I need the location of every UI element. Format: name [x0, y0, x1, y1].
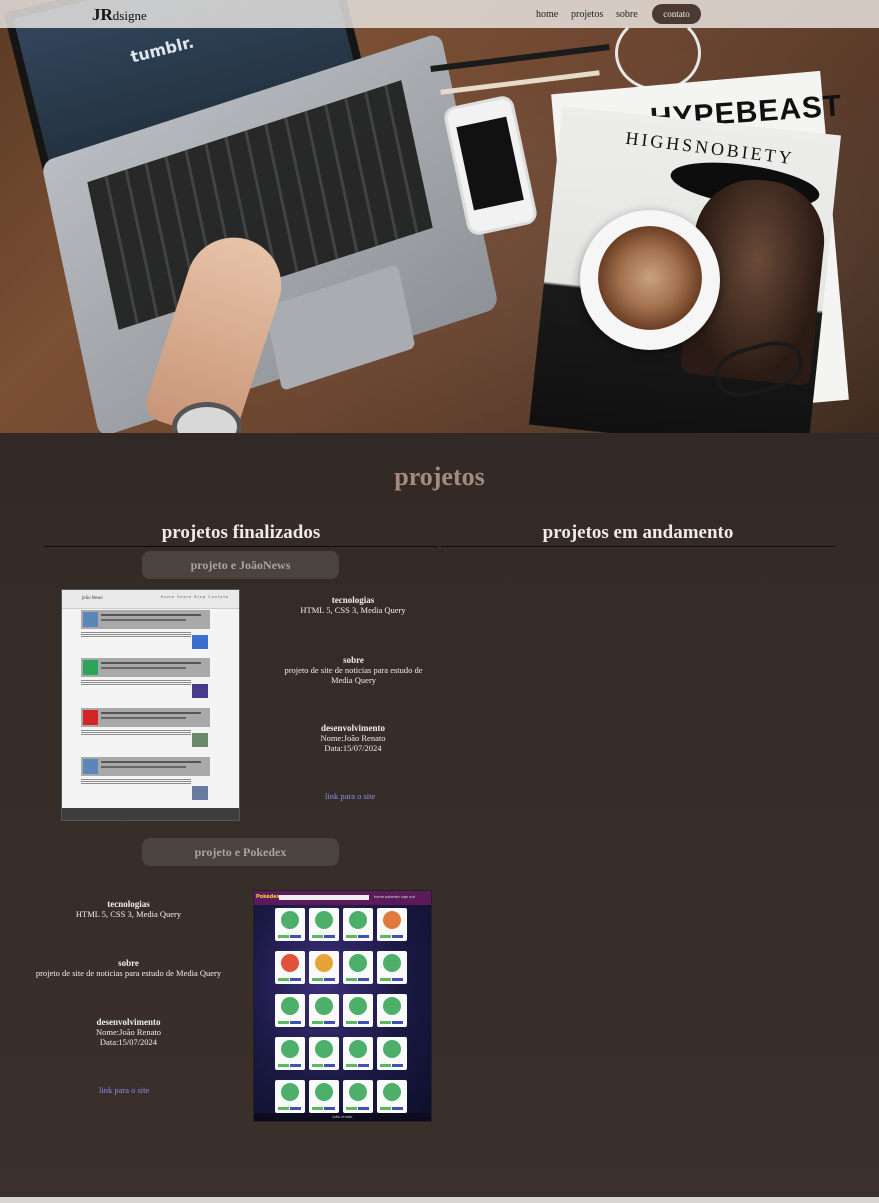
thumb-footer: joão renato — [254, 1113, 431, 1121]
pencil — [430, 44, 610, 72]
about-block: sobre projeto de site de noticias para e… — [275, 655, 432, 685]
about-text: projeto de site de noticias para estudo … — [35, 968, 222, 978]
development-date: Data:15/07/2024 — [324, 743, 382, 753]
pokedex-screenshot[interactable]: Pokédex home pokedex sign out joão renat… — [253, 890, 432, 1122]
pokemon-card — [309, 1080, 339, 1113]
logo-initials: JR — [92, 5, 113, 24]
developer-name: Nome:João Renato — [96, 1027, 161, 1037]
joaonews-site-link[interactable]: link para o site — [325, 791, 375, 801]
pokemon-card — [343, 908, 373, 941]
pokemon-card — [343, 1080, 373, 1113]
thumb-logo: João News — [82, 595, 103, 600]
divider — [441, 546, 835, 547]
pokemon-card — [309, 1037, 339, 1070]
finished-projects-heading: projetos finalizados — [161, 522, 321, 543]
about-text: projeto de site de noticias para estudo … — [284, 665, 423, 685]
nav-link-home[interactable]: home — [536, 9, 558, 20]
pokemon-card — [377, 994, 407, 1027]
development-block: desenvolvimento Nome:João Renato Data:15… — [265, 723, 441, 753]
about-title: sobre — [118, 958, 139, 968]
tech-text: HTML 5, CSS 3, Media Query — [75, 909, 182, 919]
contact-button[interactable]: contato — [652, 4, 701, 24]
pencil — [440, 70, 600, 95]
project-label-joaonews: projeto e JoãoNews — [142, 551, 339, 579]
pokemon-card — [343, 1037, 373, 1070]
divider — [44, 546, 438, 547]
pokemon-card — [343, 994, 373, 1027]
pokemon-card — [275, 1080, 305, 1113]
hero-image: tumblr. HYPEBEAST HIGHSNOBIETY — [0, 0, 879, 433]
pokedex-site-link[interactable]: link para o site — [99, 1085, 149, 1095]
pokemon-card — [377, 1080, 407, 1113]
pokemon-card — [343, 951, 373, 984]
project-label-pokedex: projeto e Pokedex — [142, 838, 339, 866]
development-title: desenvolvimento — [321, 723, 385, 733]
pokemon-card — [275, 994, 305, 1027]
about-block: sobre projeto de site de noticias para e… — [30, 958, 227, 978]
logo[interactable]: JRdsigne — [92, 5, 147, 25]
logo-text: dsigne — [112, 8, 147, 23]
pokemon-card — [309, 908, 339, 941]
nav-link-projetos[interactable]: projetos — [571, 9, 603, 20]
pokemon-card — [377, 951, 407, 984]
pokemon-card — [377, 1037, 407, 1070]
joaonews-screenshot[interactable]: João News Home Sobre Blog Contato — [61, 589, 240, 821]
thumb-nav: home pokedex sign out — [374, 895, 416, 899]
coffee-cup — [598, 226, 702, 330]
page-bottom-bar — [0, 1197, 879, 1203]
pokemon-card — [275, 908, 305, 941]
section-title: projetos — [394, 462, 485, 491]
development-block: desenvolvimento Nome:João Renato Data:15… — [40, 1017, 217, 1047]
nav-link-sobre[interactable]: sobre — [616, 9, 638, 20]
tech-block: tecnologias HTML 5, CSS 3, Media Query — [40, 899, 217, 919]
tech-title: tecnologias — [107, 899, 150, 909]
pokemon-card — [275, 951, 305, 984]
development-date: Data:15/07/2024 — [99, 1037, 158, 1047]
pokemon-card — [275, 1037, 305, 1070]
thumb-logo: Pokédex — [256, 894, 280, 900]
tech-title: tecnologias — [331, 595, 375, 605]
pokemon-card — [309, 951, 339, 984]
navbar: JRdsigne home projetos sobre contato — [0, 0, 879, 28]
development-title: desenvolvimento — [96, 1017, 161, 1027]
developer-name: Nome:João Renato — [320, 733, 386, 743]
about-title: sobre — [343, 655, 364, 665]
thumb-nav: Home Sobre Blog Contato — [160, 595, 229, 599]
pokemon-card — [309, 994, 339, 1027]
tech-block: tecnologias HTML 5, CSS 3, Media Query — [265, 595, 441, 615]
in-progress-projects-heading: projetos em andamento — [542, 522, 734, 543]
tech-text: HTML 5, CSS 3, Media Query — [300, 605, 406, 615]
pokemon-card — [377, 908, 407, 941]
